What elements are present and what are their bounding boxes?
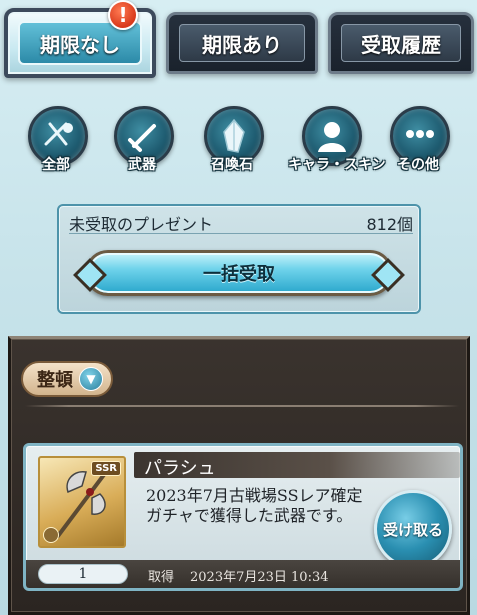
category-label: 召喚石	[211, 157, 253, 173]
unclaimed-presents-header: 未受取のプレゼント 812個	[69, 212, 413, 234]
category-filter-bar: 全部 武器 召喚石 キャラ・スキン その他	[0, 100, 477, 180]
tab-bar: 期限なし ! 期限あり 受取履歴	[0, 0, 477, 82]
sort-row: 整頓 ▼	[21, 361, 113, 397]
present-title-bar: パラシュ	[134, 452, 460, 479]
present-card: SSR パラシュ 2023年7月古戦場SSレア確定ガチャで獲得した武器です。 受…	[23, 443, 463, 591]
acquired-date: 2023年7月23日 10:34	[190, 570, 329, 585]
present-description: 2023年7月古戦場SSレア確定ガチャで獲得した武器です。	[146, 486, 363, 525]
category-summon-button[interactable]: 召喚石	[190, 100, 274, 176]
tab-receipt-history[interactable]: 受取履歴	[328, 12, 474, 74]
tab-label: 期限あり	[202, 32, 282, 57]
chevron-down-icon: ▼	[79, 367, 103, 391]
present-list-panel: 整頓 ▼ SSR パラシュ 2023年7月古戦場SSレア確定ガチャで獲得した武器…	[8, 336, 470, 615]
bulk-receive-button[interactable]: 一括受取	[85, 250, 393, 296]
divider	[25, 405, 459, 407]
unclaimed-presents-label: 未受取のプレゼント	[69, 214, 214, 234]
category-other-button[interactable]: その他	[376, 100, 460, 176]
present-footer: 1 取得 2023年7月23日 10:34	[26, 560, 460, 588]
category-label: キャラ・スキン	[288, 157, 386, 173]
acquired-label: 取得	[148, 570, 175, 585]
element-icon	[43, 527, 59, 543]
tab-with-deadline[interactable]: 期限あり	[166, 12, 318, 74]
alert-badge-glyph: !	[118, 3, 128, 27]
category-all-button[interactable]: 全部	[14, 100, 98, 176]
bulk-receive-label: 一括受取	[203, 264, 275, 285]
category-character-skin-button[interactable]: キャラ・スキン	[288, 100, 386, 176]
unclaimed-presents-panel: 未受取のプレゼント 812個 一括受取	[57, 204, 421, 314]
present-name: パラシュ	[144, 458, 216, 479]
tab-label: 期限なし	[40, 32, 120, 57]
alert-badge: !	[108, 0, 138, 30]
tab-receipt-history-face: 受取履歴	[341, 24, 461, 62]
tab-label: 受取履歴	[361, 32, 441, 57]
quantity-pill: 1	[38, 564, 128, 584]
quantity-value: 1	[78, 566, 88, 582]
receive-label: 受け取る	[382, 520, 443, 539]
rarity-badge: SSR	[91, 461, 121, 476]
tab-with-deadline-face: 期限あり	[179, 24, 305, 62]
unclaimed-presents-count: 812個	[366, 214, 413, 234]
present-thumbnail[interactable]: SSR	[38, 456, 126, 548]
category-label: その他	[397, 157, 439, 173]
sort-label: 整頓	[37, 370, 73, 391]
sort-button[interactable]: 整頓 ▼	[21, 361, 113, 397]
receive-button[interactable]: 受け取る	[374, 490, 452, 568]
category-label: 武器	[128, 157, 156, 173]
category-label: 全部	[42, 157, 70, 173]
category-weapon-button[interactable]: 武器	[100, 100, 184, 176]
